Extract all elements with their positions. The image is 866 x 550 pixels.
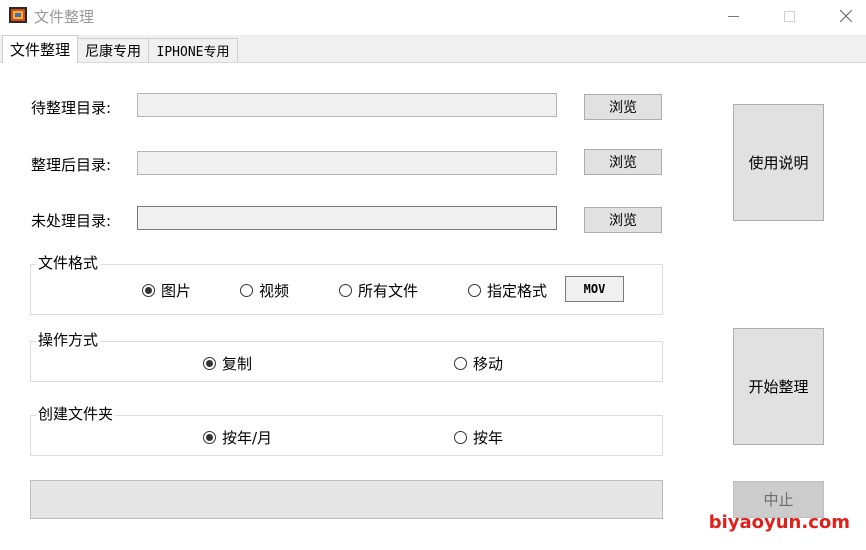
operation-radio-copy[interactable]: 复制 (203, 353, 252, 374)
folder-radio-year-month[interactable]: 按年/月 (203, 427, 272, 448)
radio-unchecked-icon (454, 431, 467, 444)
radio-unchecked-icon (240, 284, 253, 297)
radio-unchecked-icon (339, 284, 352, 297)
format-radio-images[interactable]: 图片 (142, 280, 191, 301)
help-button[interactable]: 使用说明 (733, 104, 824, 221)
operation-group (30, 341, 663, 382)
minimize-button[interactable] (710, 0, 756, 32)
progress-bar (30, 480, 663, 519)
tab-iphone[interactable]: IPHONE专用 (148, 38, 238, 62)
window-title: 文件整理 (34, 8, 95, 26)
tab-bar: 文件整理 尼康专用 IPHONE专用 (0, 35, 866, 63)
maximize-button[interactable] (766, 0, 812, 32)
create-folder-group (30, 415, 663, 456)
format-radio-videos[interactable]: 视频 (240, 280, 289, 301)
source-dir-label: 待整理目录: (31, 99, 112, 117)
radio-unchecked-icon (454, 357, 467, 370)
watermark: biyaoyun.com (708, 512, 850, 533)
app-icon (9, 7, 27, 23)
tab-file-organize[interactable]: 文件整理 (2, 35, 78, 63)
target-browse-button[interactable]: 浏览 (584, 149, 662, 175)
source-browse-button[interactable]: 浏览 (584, 94, 662, 120)
source-dir-input[interactable] (137, 93, 557, 117)
radio-checked-icon (142, 284, 155, 297)
format-radio-all-files[interactable]: 所有文件 (339, 280, 418, 301)
create-folder-title: 创建文件夹 (36, 405, 116, 423)
target-dir-input[interactable] (137, 151, 557, 175)
folder-radio-year[interactable]: 按年 (454, 427, 503, 448)
unprocessed-dir-label: 未处理目录: (31, 212, 112, 230)
radio-checked-icon (203, 431, 216, 444)
target-dir-label: 整理后目录: (31, 156, 112, 174)
minimize-icon (727, 15, 739, 17)
close-button[interactable] (823, 0, 866, 32)
operation-radio-move[interactable]: 移动 (454, 353, 503, 374)
maximize-icon (783, 10, 795, 22)
custom-format-input[interactable]: MOV (565, 276, 624, 302)
tab-nikon[interactable]: 尼康专用 (76, 38, 150, 62)
operation-title: 操作方式 (36, 331, 101, 349)
radio-unchecked-icon (468, 284, 481, 297)
format-radio-custom[interactable]: 指定格式 (468, 280, 547, 301)
radio-checked-icon (203, 357, 216, 370)
unprocessed-browse-button[interactable]: 浏览 (584, 207, 662, 233)
start-button[interactable]: 开始整理 (733, 328, 824, 445)
close-icon (840, 10, 852, 22)
unprocessed-dir-input[interactable] (137, 206, 557, 230)
tab-iphone-label: IPHONE专用 (156, 45, 230, 60)
file-format-title: 文件格式 (36, 254, 101, 272)
